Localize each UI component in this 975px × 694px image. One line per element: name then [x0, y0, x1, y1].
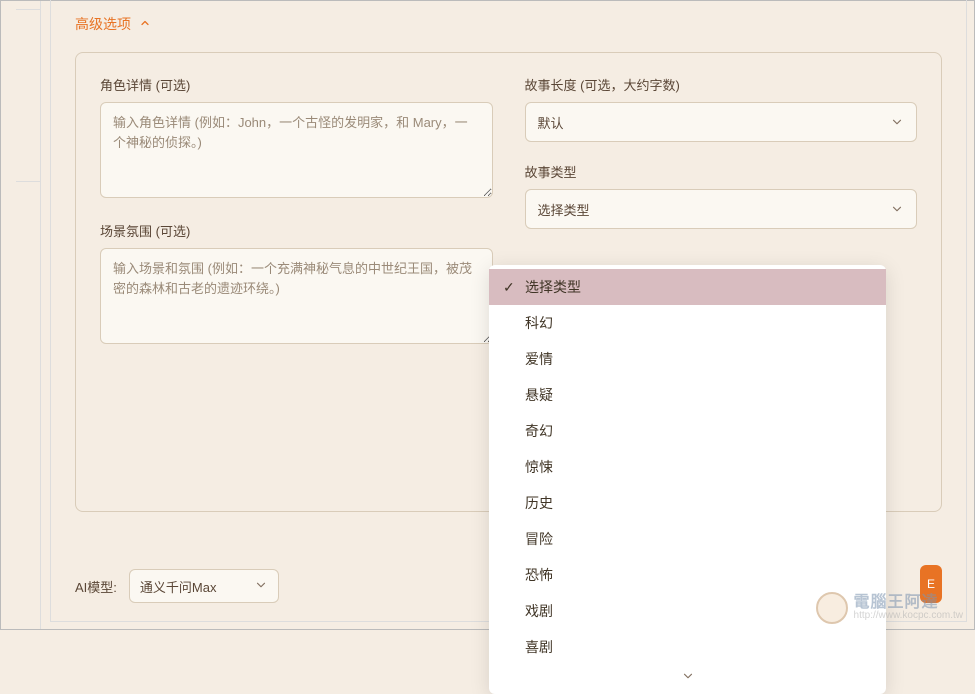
dropdown-item[interactable]: 爱情 [489, 341, 886, 377]
dropdown-item-label: 冒险 [525, 529, 553, 549]
story-length-label: 故事长度 (可选，大约字数) [525, 75, 918, 94]
sidebar-stub [1, 1, 41, 629]
dropdown-item[interactable]: ✓选择类型 [489, 269, 886, 305]
scene-label: 场景氛围 (可选) [100, 221, 493, 240]
scene-textarea[interactable] [100, 248, 493, 344]
chevron-down-icon [254, 578, 268, 595]
story-type-select[interactable]: 选择类型 [525, 189, 918, 229]
dropdown-item[interactable]: 惊悚 [489, 449, 886, 485]
dropdown-item-label: 选择类型 [525, 277, 581, 297]
dropdown-item[interactable]: 恐怖 [489, 557, 886, 593]
dropdown-item[interactable]: 悬疑 [489, 377, 886, 413]
character-textarea[interactable] [100, 102, 493, 198]
story-type-value: 选择类型 [538, 200, 590, 219]
dropdown-item-label: 爱情 [525, 349, 553, 369]
chevron-up-icon [141, 19, 151, 29]
story-length-value: 默认 [538, 113, 564, 132]
dropdown-item[interactable]: 冒险 [489, 521, 886, 557]
check-icon: ✓ [503, 279, 525, 296]
advanced-options-toggle[interactable]: 高级选项 [75, 0, 942, 52]
dropdown-item[interactable]: 历史 [489, 485, 886, 521]
dropdown-item[interactable]: 奇幻 [489, 413, 886, 449]
story-type-label: 故事类型 [525, 162, 918, 181]
character-label: 角色详情 (可选) [100, 75, 493, 94]
watermark-text: 電腦王阿達 http://www.kocpc.com.tw [854, 595, 963, 621]
dropdown-item-label: 喜剧 [525, 637, 553, 657]
dropdown-item-label: 戏剧 [525, 601, 553, 621]
dropdown-item-label: 科幻 [525, 313, 553, 333]
story-type-section: 故事类型 选择类型 [525, 162, 918, 229]
dropdown-item[interactable]: 科幻 [489, 305, 886, 341]
chevron-down-icon [890, 202, 904, 216]
dropdown-item-label: 恐怖 [525, 565, 553, 585]
dropdown-item-label: 奇幻 [525, 421, 553, 441]
bottom-row: AI模型: 通义千问Max [75, 569, 279, 603]
advanced-options-label: 高级选项 [75, 14, 131, 34]
sidebar-line [16, 9, 41, 10]
story-length-select[interactable]: 默认 [525, 102, 918, 142]
left-column: 角色详情 (可选) 场景氛围 (可选) [100, 75, 493, 349]
dropdown-item-label: 历史 [525, 493, 553, 513]
dropdown-item-label: 悬疑 [525, 385, 553, 405]
dropdown-item-label: 惊悚 [525, 457, 553, 477]
watermark-url: http://www.kocpc.com.tw [854, 611, 963, 621]
model-select[interactable]: 通义千问Max [129, 569, 279, 603]
scene-section: 场景氛围 (可选) [100, 221, 493, 349]
chevron-down-icon [890, 115, 904, 129]
model-value: 通义千问Max [140, 577, 217, 596]
options-panel: 角色详情 (可选) 场景氛围 (可选) 故事长度 (可选，大约字数) 默认 故事… [75, 52, 942, 512]
dropdown-more[interactable] [489, 665, 886, 690]
watermark-face-icon [816, 592, 848, 624]
main-area: 高级选项 角色详情 (可选) 场景氛围 (可选) 故事长度 (可选，大约字数) … [50, 0, 967, 622]
button-fragment: E [927, 577, 935, 591]
model-label: AI模型: [75, 577, 117, 596]
sidebar-line [16, 181, 41, 182]
watermark: 電腦王阿達 http://www.kocpc.com.tw [816, 592, 963, 624]
watermark-title: 電腦王阿達 [854, 595, 963, 611]
dropdown-item[interactable]: 喜剧 [489, 629, 886, 665]
